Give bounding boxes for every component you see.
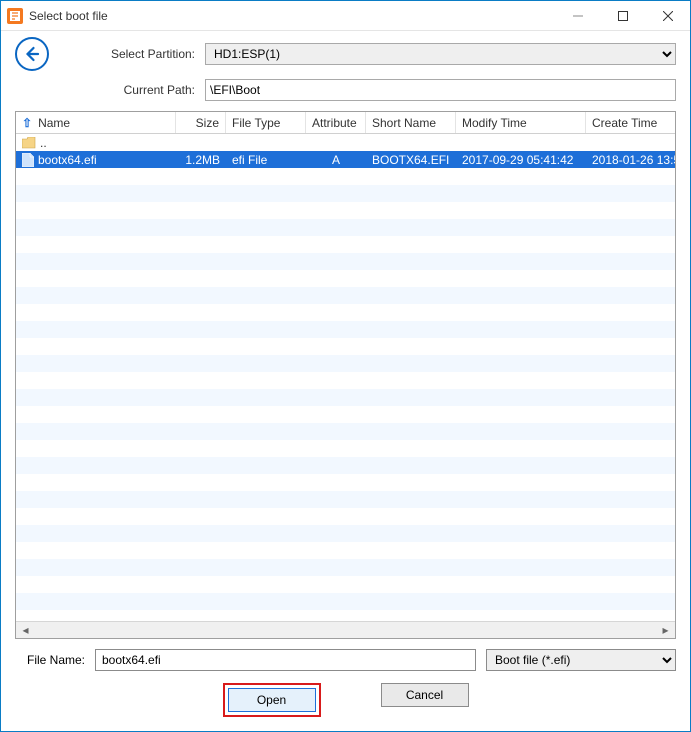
partition-select[interactable]: HD1:ESP(1): [205, 43, 676, 65]
col-shortname[interactable]: Short Name: [366, 112, 456, 133]
up-arrow-icon[interactable]: ⇧: [22, 116, 32, 130]
row-parent-dir[interactable]: ..: [16, 134, 675, 151]
cell-short: BOOTX64.EFI: [366, 153, 456, 167]
cell-ftype: efi File: [226, 153, 306, 167]
col-filetype[interactable]: File Type: [226, 112, 306, 133]
horizontal-scrollbar[interactable]: ◂ ▸: [16, 621, 675, 638]
back-button[interactable]: [15, 37, 49, 71]
maximize-button[interactable]: [600, 1, 645, 31]
cell-name: bootx64.efi: [38, 153, 97, 167]
folder-icon: [22, 137, 36, 149]
file-list: ⇧ Name Size File Type Attribute Short Na…: [15, 111, 676, 639]
bottom-panel: File Name: Boot file (*.efi) Open Cancel: [1, 639, 690, 731]
current-path-value: \EFI\Boot: [210, 83, 260, 97]
app-logo-icon: [7, 8, 23, 24]
col-size[interactable]: Size: [176, 112, 226, 133]
open-button-highlight: Open: [223, 683, 321, 717]
scroll-right-icon[interactable]: ▸: [658, 623, 673, 638]
row-file[interactable]: bootx64.efi 1.2MB efi File A BOOTX64.EFI…: [16, 151, 675, 168]
cell-mtime: 2017-09-29 05:41:42: [456, 153, 586, 167]
col-attribute[interactable]: Attribute: [306, 112, 366, 133]
scroll-left-icon[interactable]: ◂: [18, 623, 33, 638]
cancel-button[interactable]: Cancel: [381, 683, 469, 707]
dialog-select-boot-file: Select boot file Select Partition: HD1:E…: [0, 0, 691, 732]
path-label: Current Path:: [59, 83, 199, 97]
filename-input[interactable]: [95, 649, 476, 671]
titlebar: Select boot file: [1, 1, 690, 31]
col-modifytime[interactable]: Modify Time: [456, 112, 586, 133]
file-icon: [22, 153, 34, 167]
current-path-input[interactable]: \EFI\Boot: [205, 79, 676, 101]
window-title: Select boot file: [29, 9, 108, 23]
filename-label: File Name:: [15, 653, 85, 667]
close-button[interactable]: [645, 1, 690, 31]
scroll-track[interactable]: [35, 623, 656, 638]
file-list-body[interactable]: .. bootx64.efi 1.2MB efi File A BOOTX64.…: [16, 134, 675, 621]
cell-size: 1.2MB: [176, 153, 226, 167]
filetype-filter[interactable]: Boot file (*.efi): [486, 649, 676, 671]
column-headers: ⇧ Name Size File Type Attribute Short Na…: [16, 112, 675, 134]
cell-attr: A: [306, 153, 366, 167]
open-button[interactable]: Open: [228, 688, 316, 712]
minimize-button[interactable]: [555, 1, 600, 31]
partition-label: Select Partition:: [59, 47, 199, 61]
controls-area: Select Partition: HD1:ESP(1) Current Pat…: [1, 31, 690, 111]
cell-ctime: 2018-01-26 13:53:2: [586, 153, 675, 167]
col-name[interactable]: ⇧ Name: [16, 112, 176, 133]
col-createtime[interactable]: Create Time: [586, 112, 675, 133]
